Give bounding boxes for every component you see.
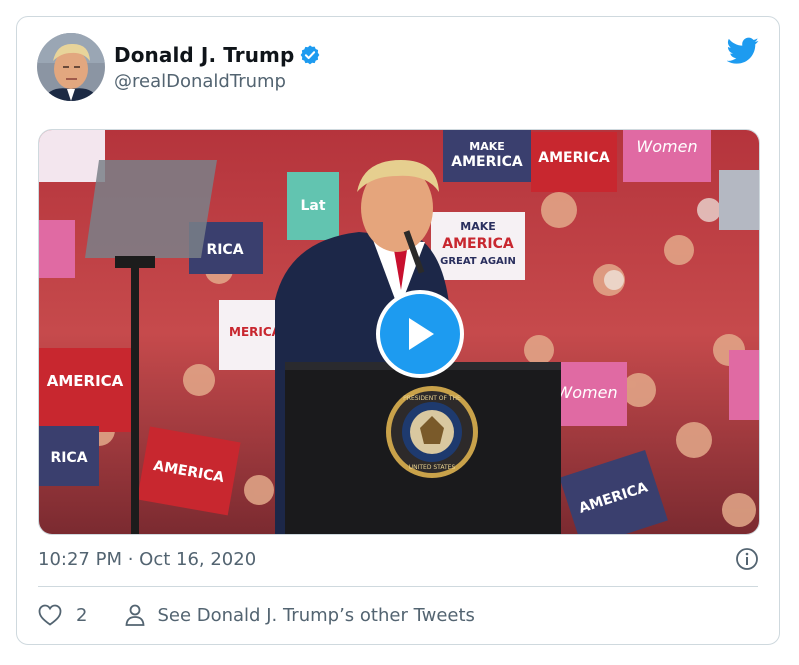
- svg-text:Women: Women: [556, 383, 617, 402]
- svg-text:AMERICA: AMERICA: [442, 236, 514, 252]
- video-player[interactable]: MAKE AMERICA AMERICA Women Lat MAKE AMER…: [38, 129, 760, 535]
- like-button[interactable]: 2: [38, 604, 87, 626]
- svg-text:Lat: Lat: [300, 198, 325, 214]
- tweet-card: Donald J. Trump @realDonaldTrump MAKE AM…: [16, 16, 780, 645]
- svg-text:PRESIDENT OF THE: PRESIDENT OF THE: [403, 395, 461, 402]
- tweet-actions: 2 See Donald J. Trump’s other Tweets: [38, 604, 475, 626]
- author-name-row[interactable]: Donald J. Trump: [114, 43, 321, 67]
- svg-text:AMERICA: AMERICA: [451, 154, 523, 170]
- verified-badge-icon: [301, 45, 320, 65]
- play-icon: [409, 318, 434, 350]
- svg-text:UNITED STATES: UNITED STATES: [409, 464, 456, 471]
- svg-text:Women: Women: [636, 137, 697, 156]
- person-icon: [125, 604, 145, 626]
- tweet-timestamp[interactable]: 10:27 PM · Oct 16, 2020: [38, 549, 256, 570]
- svg-text:RICA: RICA: [206, 242, 243, 258]
- play-button[interactable]: [376, 290, 464, 378]
- svg-text:MAKE: MAKE: [469, 140, 505, 153]
- divider: [38, 586, 758, 587]
- see-other-tweets-link[interactable]: See Donald J. Trump’s other Tweets: [125, 604, 475, 626]
- svg-text:MERICA: MERICA: [229, 325, 282, 339]
- svg-text:AMERICA: AMERICA: [47, 372, 124, 390]
- svg-text:MAKE: MAKE: [460, 220, 496, 233]
- presidential-seal: PRESIDENT OF THE UNITED STATES: [386, 386, 478, 478]
- heart-icon: [38, 604, 62, 626]
- author-name[interactable]: Donald J. Trump: [114, 43, 294, 67]
- avatar-image: [37, 33, 105, 101]
- svg-text:RICA: RICA: [50, 450, 87, 466]
- avatar[interactable]: [37, 33, 105, 101]
- svg-text:GREAT AGAIN: GREAT AGAIN: [440, 256, 516, 267]
- svg-text:AMERICA: AMERICA: [538, 150, 610, 166]
- info-icon[interactable]: [735, 547, 759, 571]
- author-handle[interactable]: @realDonaldTrump: [114, 71, 286, 92]
- like-count: 2: [76, 604, 88, 626]
- see-other-tweets-label[interactable]: See Donald J. Trump’s other Tweets: [157, 605, 474, 626]
- twitter-bird-icon[interactable]: [727, 37, 759, 65]
